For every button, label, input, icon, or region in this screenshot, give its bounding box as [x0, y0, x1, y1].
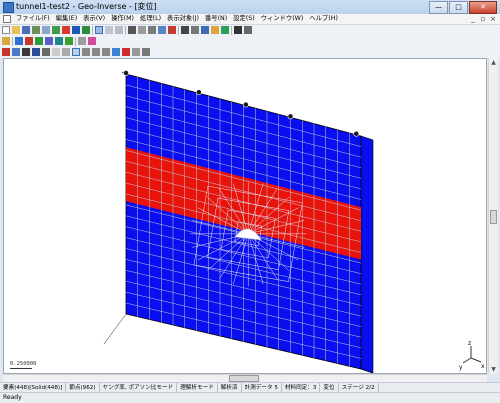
rotate-icon[interactable] [148, 26, 156, 34]
mesh-icon[interactable] [52, 26, 60, 34]
curve-icon[interactable] [32, 48, 40, 56]
menu-operation[interactable]: 操作(M) [108, 14, 137, 24]
solid-icon[interactable] [122, 48, 130, 56]
cursor-icon[interactable] [234, 26, 242, 34]
toolbar-file [0, 25, 500, 36]
view-side-icon[interactable] [92, 48, 100, 56]
global-icon[interactable] [72, 26, 80, 34]
menu-view[interactable]: 表示(V) [80, 14, 108, 24]
search-icon[interactable] [52, 48, 60, 56]
minimize-button[interactable]: — [429, 1, 448, 14]
fem-mesh-canvas[interactable]: z x y [4, 59, 487, 374]
menu-process[interactable]: 処理(L) [137, 14, 164, 24]
axis-icon[interactable] [2, 37, 10, 45]
horizontal-scroll-thumb[interactable] [229, 375, 259, 382]
vertical-scroll-thumb[interactable] [490, 210, 497, 224]
menu-window[interactable]: ウィンドウ(W) [258, 14, 307, 24]
section-icon[interactable] [142, 48, 150, 56]
stop-icon[interactable] [62, 26, 70, 34]
element-icon[interactable] [25, 37, 33, 45]
app-icon[interactable] [3, 2, 14, 13]
new-file-icon[interactable] [2, 26, 10, 34]
wave-icon[interactable] [12, 48, 20, 56]
wave-alt-icon[interactable] [22, 48, 30, 56]
boundary-icon[interactable] [45, 37, 53, 45]
record-icon[interactable] [168, 26, 176, 34]
axis-label-z: z [468, 340, 471, 347]
toolbar-view [0, 47, 500, 58]
model-viewport[interactable]: z x y 0.250000 [3, 58, 487, 374]
load-icon[interactable] [55, 37, 63, 45]
zoom-in-icon[interactable] [181, 26, 189, 34]
scroll-down-icon[interactable]: ▼ [489, 365, 498, 374]
doc-close-button[interactable]: × [489, 15, 497, 23]
doc-minimize-button[interactable]: _ [469, 15, 477, 23]
measurement-icon[interactable] [65, 37, 73, 45]
horizontal-scrollbar[interactable] [3, 374, 487, 382]
export-icon[interactable] [42, 26, 50, 34]
document-icon[interactable] [3, 15, 11, 23]
search-area-icon[interactable] [62, 48, 70, 56]
contour-icon[interactable] [78, 37, 86, 45]
open-folder-icon[interactable] [12, 26, 20, 34]
menu-edit[interactable]: 編集(E) [53, 14, 81, 24]
grid-icon[interactable] [82, 26, 90, 34]
zoom-out-icon[interactable] [191, 26, 199, 34]
window-title: tunnel1-test2 - Geo-Inverse - [変位] [16, 2, 157, 11]
toolbar-display [0, 36, 500, 47]
measurement-point-icon[interactable] [242, 101, 249, 108]
check-icon[interactable] [221, 26, 229, 34]
node-icon[interactable] [15, 37, 23, 45]
vertical-scrollbar[interactable]: ▲ ▼ [488, 58, 498, 374]
view-front-icon[interactable] [82, 48, 90, 56]
play-icon[interactable] [158, 26, 166, 34]
menu-number[interactable]: 番号(N) [202, 14, 230, 24]
light-icon[interactable] [211, 26, 219, 34]
hidden-line-icon[interactable] [132, 48, 140, 56]
close-button[interactable]: ✕ [469, 1, 497, 14]
scale-bar [10, 368, 32, 369]
select-icon[interactable] [95, 26, 103, 34]
pen-icon[interactable] [2, 48, 10, 56]
arrow-right-icon[interactable] [128, 26, 136, 34]
title-bar: tunnel1-test2 - Geo-Inverse - [変位] — □ ✕ [0, 0, 500, 15]
measurement-point-icon[interactable] [123, 70, 129, 76]
wireframe-icon[interactable] [112, 48, 120, 56]
menu-display-target[interactable]: 表示対象(J) [164, 14, 202, 24]
axis-label-x: x [481, 363, 485, 370]
scale-value: 0.250000 [10, 361, 37, 367]
import-icon[interactable] [32, 26, 40, 34]
menu-file[interactable]: ファイル(F) [13, 14, 53, 24]
help-cursor-icon[interactable] [244, 26, 252, 34]
scroll-up-icon[interactable]: ▲ [489, 58, 498, 67]
menu-bar: ファイル(F) 編集(E) 表示(V) 操作(M) 処理(L) 表示対象(J) … [0, 14, 500, 25]
material-icon[interactable] [35, 37, 43, 45]
fit-icon[interactable] [201, 26, 209, 34]
line-icon[interactable] [42, 48, 50, 56]
stress-icon[interactable] [88, 37, 96, 45]
axis-label-y: y [459, 364, 463, 371]
side-face [360, 135, 374, 373]
ready-bar: Ready [0, 392, 500, 403]
doc-restore-button[interactable]: ▫ [479, 15, 487, 23]
menu-help[interactable]: ヘルプ(H) [306, 14, 341, 24]
view-top-icon[interactable] [102, 48, 110, 56]
view-3d-icon[interactable] [72, 48, 80, 56]
menu-settings[interactable]: 設定(S) [230, 14, 258, 24]
measurement-point-icon[interactable] [195, 89, 202, 96]
edge-line [103, 313, 127, 345]
window-controls: — □ ✕ [429, 1, 497, 14]
save-icon[interactable] [22, 26, 30, 34]
maximize-button[interactable]: □ [449, 1, 468, 14]
move-icon[interactable] [138, 26, 146, 34]
axis-triad-icon: z x y [459, 340, 485, 371]
paste-icon[interactable] [115, 26, 123, 34]
copy-icon[interactable] [105, 26, 113, 34]
measurement-point-icon[interactable] [287, 113, 294, 120]
measurement-point-icon[interactable] [353, 130, 360, 137]
